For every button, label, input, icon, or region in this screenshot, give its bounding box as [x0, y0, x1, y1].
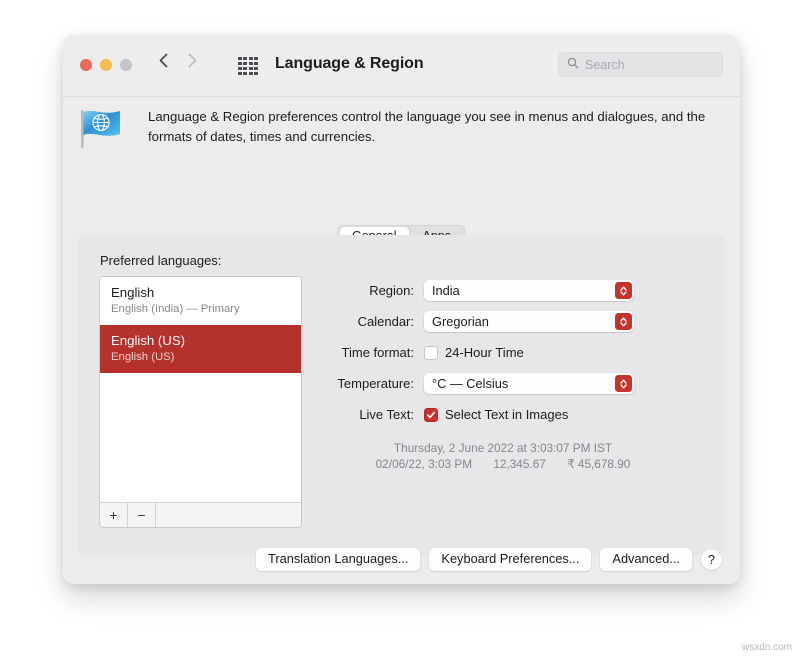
- preview-formats: 02/06/22, 3:03 PM 12,345.67 ₹ 45,678.90: [321, 456, 685, 472]
- calendar-select[interactable]: Gregorian: [424, 311, 634, 332]
- checkmark-icon: [426, 410, 436, 420]
- calendar-row: Calendar: Gregorian: [321, 306, 707, 337]
- language-detail: English (India) — Primary: [111, 302, 290, 317]
- close-button[interactable]: [80, 59, 92, 71]
- window-title: Language & Region: [275, 55, 424, 73]
- preview-currency: ₹ 45,678.90: [567, 457, 630, 471]
- preferred-languages-label: Preferred languages:: [100, 253, 221, 268]
- region-settings-form: Region: India Calendar: Gregorian: [321, 275, 707, 430]
- remove-language-button[interactable]: −: [128, 503, 156, 527]
- live-text-label: Live Text:: [321, 407, 424, 422]
- preview-short-date: 02/06/22, 3:03 PM: [376, 457, 472, 471]
- toolbar-filler: [156, 503, 301, 527]
- preview-long-date: Thursday, 2 June 2022 at 3:03:07 PM IST: [321, 440, 685, 456]
- chevron-updown-icon[interactable]: [615, 313, 632, 330]
- time-format-checkbox-group[interactable]: 24-Hour Time: [424, 345, 524, 360]
- keyboard-preferences-button[interactable]: Keyboard Preferences...: [429, 548, 591, 571]
- region-select[interactable]: India: [424, 280, 634, 301]
- live-text-checkbox-group[interactable]: Select Text in Images: [424, 407, 568, 422]
- search-field[interactable]: [558, 52, 723, 77]
- advanced-button[interactable]: Advanced...: [600, 548, 692, 571]
- time-format-label: Time format:: [321, 345, 424, 360]
- watermark: wsxdn.com: [742, 642, 792, 653]
- list-item[interactable]: English (US) English (US): [100, 325, 301, 373]
- region-row: Region: India: [321, 275, 707, 306]
- 24-hour-time-label: 24-Hour Time: [445, 345, 524, 360]
- zoom-button[interactable]: [120, 59, 132, 71]
- language-list-toolbar: + −: [100, 502, 301, 527]
- chevron-updown-icon[interactable]: [615, 375, 632, 392]
- preferences-window: Language & Region: [63, 35, 740, 584]
- search-icon: [567, 56, 579, 74]
- minimize-button[interactable]: [100, 59, 112, 71]
- region-label: Region:: [321, 283, 424, 298]
- language-name: English (US): [111, 332, 290, 349]
- window-body: Language & Region preferences control th…: [63, 97, 740, 584]
- back-chevron-icon[interactable]: [159, 53, 168, 68]
- chevron-updown-icon[interactable]: [615, 282, 632, 299]
- calendar-value: Gregorian: [432, 314, 489, 329]
- select-text-in-images-checkbox[interactable]: [424, 408, 438, 422]
- help-button[interactable]: ?: [701, 549, 722, 570]
- language-detail: English (US): [111, 350, 290, 365]
- footer-buttons: Translation Languages... Keyboard Prefer…: [63, 548, 722, 571]
- temperature-value: °C — Celsius: [432, 376, 508, 391]
- list-item[interactable]: English English (India) — Primary: [100, 277, 301, 325]
- window-toolbar: Language & Region: [63, 35, 740, 97]
- add-language-button[interactable]: +: [100, 503, 128, 527]
- flag-globe-icon: [76, 106, 126, 152]
- banner-description: Language & Region preferences control th…: [148, 107, 716, 147]
- temperature-select[interactable]: °C — Celsius: [424, 373, 634, 394]
- navigation-arrows: [159, 53, 197, 68]
- 24-hour-time-checkbox[interactable]: [424, 346, 438, 360]
- preview-number: 12,345.67: [493, 457, 545, 471]
- region-value: India: [432, 283, 460, 298]
- temperature-label: Temperature:: [321, 376, 424, 391]
- settings-panel: Preferred languages: English English (In…: [78, 235, 725, 555]
- search-input[interactable]: [585, 58, 714, 72]
- forward-chevron-icon[interactable]: [188, 53, 197, 68]
- calendar-label: Calendar:: [321, 314, 424, 329]
- temperature-row: Temperature: °C — Celsius: [321, 368, 707, 399]
- preferred-languages-list[interactable]: English English (India) — Primary Englis…: [99, 276, 302, 528]
- preference-banner: Language & Region preferences control th…: [63, 97, 740, 164]
- language-rows: English English (India) — Primary Englis…: [100, 277, 301, 504]
- translation-languages-button[interactable]: Translation Languages...: [256, 548, 420, 571]
- language-name: English: [111, 284, 290, 301]
- show-all-grid-icon[interactable]: [238, 57, 258, 75]
- live-text-row: Live Text: Select Text in Images: [321, 399, 707, 430]
- select-text-in-images-label: Select Text in Images: [445, 407, 568, 422]
- time-format-row: Time format: 24-Hour Time: [321, 337, 707, 368]
- format-preview: Thursday, 2 June 2022 at 3:03:07 PM IST …: [321, 440, 707, 472]
- traffic-light-buttons: [80, 59, 132, 71]
